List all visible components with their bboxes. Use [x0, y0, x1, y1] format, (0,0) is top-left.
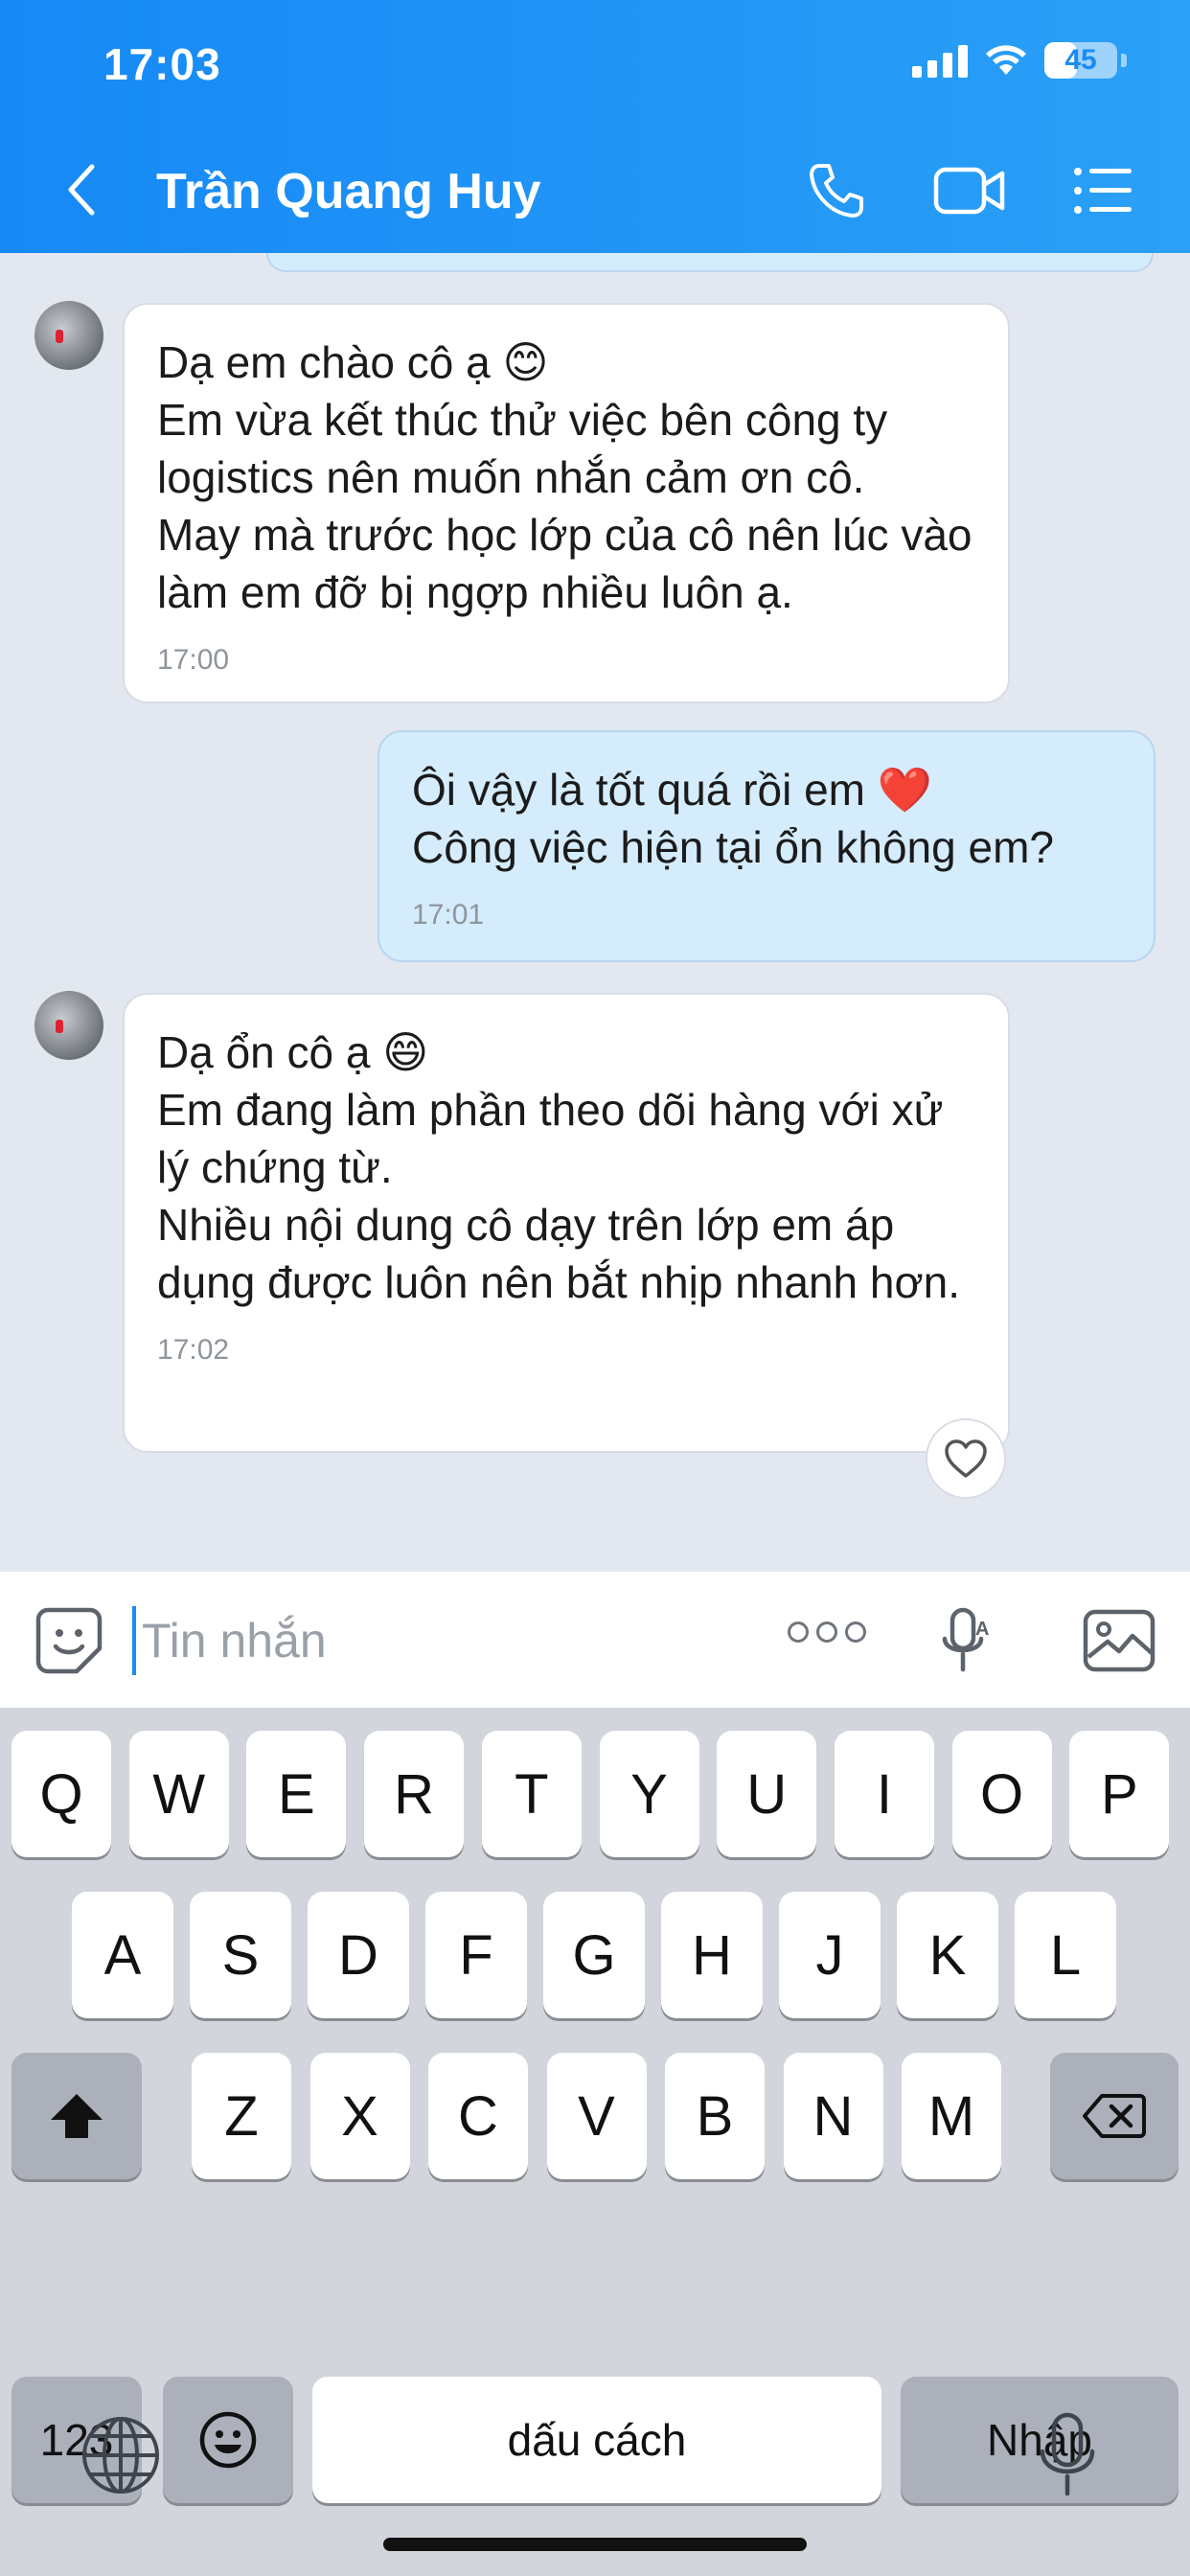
previous-message-bubble[interactable] — [266, 253, 1154, 272]
shift-key[interactable] — [11, 2053, 142, 2179]
microphone-icon — [1040, 2412, 1095, 2496]
voice-to-text-button[interactable]: A — [927, 1602, 1004, 1679]
back-button[interactable] — [57, 161, 105, 218]
cellular-signal-icon — [912, 43, 968, 78]
key-v[interactable]: V — [546, 2053, 647, 2179]
key-x[interactable]: X — [309, 2053, 410, 2179]
key-t[interactable]: T — [481, 1731, 582, 1857]
key-q[interactable]: Q — [11, 1731, 111, 1857]
home-indicator[interactable] — [383, 2538, 807, 2551]
key-w[interactable]: W — [128, 1731, 229, 1857]
globe-icon — [82, 2417, 159, 2494]
dictation-button[interactable] — [1037, 2411, 1098, 2504]
message-text: Ôi vậy là tốt quá rồi em ❤️ Công việc hi… — [412, 765, 1054, 872]
chat-header: 17:03 45 Trần Quang Huy — [0, 0, 1190, 253]
message-bubble-incoming[interactable]: Dạ em chào cô ạ 😊 Em vừa kết thúc thử vi… — [123, 303, 1010, 703]
chevron-left-icon — [68, 164, 95, 216]
key-d[interactable]: D — [308, 1892, 409, 2018]
key-s[interactable]: S — [190, 1892, 291, 2018]
key-c[interactable]: C — [428, 2053, 528, 2179]
key-i[interactable]: I — [834, 1731, 934, 1857]
message-time: 17:01 — [412, 899, 485, 931]
message-text: Dạ em chào cô ạ 😊 Em vừa kết thúc thử vi… — [157, 337, 973, 617]
avatar[interactable] — [34, 301, 103, 370]
avatar[interactable] — [34, 991, 103, 1060]
battery-level: 45 — [1064, 44, 1097, 76]
message-text: Dạ ổn cô ạ 😄 Em đang làm phần theo dõi h… — [157, 1027, 960, 1307]
react-heart-button[interactable] — [926, 1418, 1006, 1499]
sticker-icon — [35, 1607, 103, 1674]
key-j[interactable]: J — [779, 1892, 881, 2018]
message-time: 17:00 — [157, 644, 230, 676]
key-f[interactable]: F — [425, 1892, 527, 2018]
contact-name[interactable]: Trần Quang Huy — [156, 163, 541, 220]
status-time: 17:03 — [103, 39, 221, 89]
key-e[interactable]: E — [246, 1731, 347, 1857]
key-o[interactable]: O — [951, 1731, 1052, 1857]
key-z[interactable]: Z — [192, 2053, 291, 2179]
message-bubble-outgoing[interactable]: Ôi vậy là tốt quá rồi em ❤️ Công việc hi… — [378, 730, 1156, 962]
key-r[interactable]: R — [364, 1731, 465, 1857]
video-call-button[interactable] — [931, 157, 1008, 224]
wifi-icon — [986, 45, 1026, 75]
message-list[interactable]: Dạ em chào cô ạ 😊 Em vừa kết thúc thử vi… — [0, 253, 1190, 1572]
backspace-icon — [1083, 2094, 1146, 2138]
video-camera-icon — [933, 167, 1005, 215]
key-u[interactable]: U — [717, 1731, 817, 1857]
heart-icon — [945, 1439, 987, 1478]
emoji-face-icon — [199, 2411, 257, 2469]
key-b[interactable]: B — [665, 2053, 765, 2179]
key-p[interactable]: P — [1069, 1731, 1170, 1857]
chat-options-button[interactable] — [1069, 157, 1136, 224]
message-bubble-incoming[interactable]: Dạ ổn cô ạ 😄 Em đang làm phần theo dõi h… — [123, 993, 1010, 1453]
voice-call-button[interactable] — [803, 157, 870, 224]
key-l[interactable]: L — [1015, 1892, 1116, 2018]
key-y[interactable]: Y — [599, 1731, 699, 1857]
shift-arrow-icon — [51, 2094, 103, 2138]
emoji-key[interactable] — [163, 2377, 293, 2503]
key-m[interactable]: M — [902, 2053, 1001, 2179]
microphone-text-icon: A — [942, 1607, 989, 1672]
key-g[interactable]: G — [543, 1892, 645, 2018]
phone-icon — [810, 164, 863, 218]
status-icons: 45 — [912, 42, 1127, 79]
key-h[interactable]: H — [661, 1892, 763, 2018]
backspace-key[interactable] — [1050, 2053, 1179, 2179]
list-menu-icon — [1074, 168, 1132, 214]
message-time: 17:02 — [157, 1334, 230, 1366]
sticker-button[interactable] — [31, 1602, 107, 1679]
key-n[interactable]: N — [783, 2053, 883, 2179]
globe-keyboard-switch-button[interactable] — [80, 2415, 161, 2500]
key-k[interactable]: K — [897, 1892, 998, 2018]
photo-button[interactable] — [1081, 1602, 1157, 1679]
message-composer: A — [0, 1572, 1190, 1708]
space-key[interactable]: dấu cách — [312, 2377, 881, 2503]
message-input[interactable] — [132, 1606, 745, 1675]
battery-icon: 45 — [1044, 42, 1117, 79]
image-icon — [1083, 1609, 1156, 1672]
svg-text:A: A — [975, 1619, 989, 1640]
more-options-button[interactable] — [788, 1622, 866, 1643]
key-a[interactable]: A — [72, 1892, 173, 2018]
